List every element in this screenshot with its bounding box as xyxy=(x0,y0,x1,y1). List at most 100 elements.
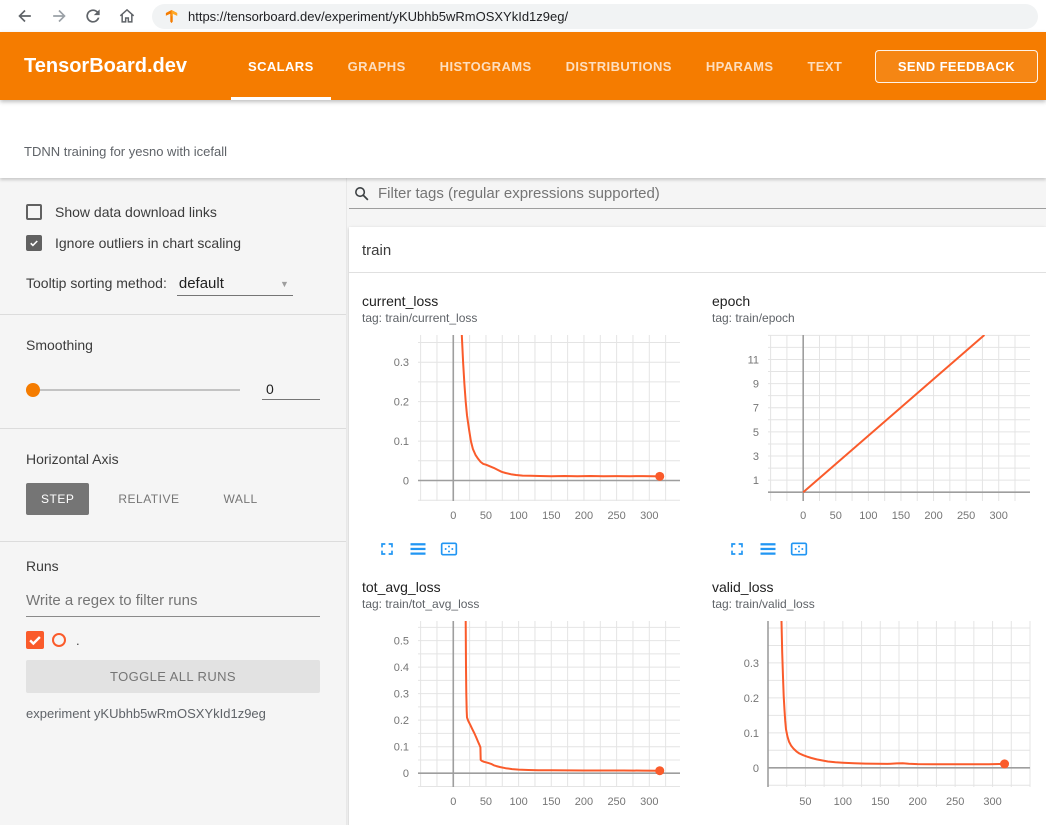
svg-text:50: 50 xyxy=(799,796,811,808)
slider-thumb[interactable] xyxy=(26,383,40,397)
tab-graphs[interactable]: GRAPHS xyxy=(331,32,423,100)
ignore-outliers-checkbox-row[interactable]: Ignore outliers in chart scaling xyxy=(26,235,320,251)
svg-text:0: 0 xyxy=(403,475,409,487)
svg-text:100: 100 xyxy=(509,510,527,522)
tag-filter-input[interactable] xyxy=(378,185,1046,202)
log-scale-icon[interactable] xyxy=(758,539,778,559)
tab-histograms[interactable]: HISTOGRAMS xyxy=(423,32,549,100)
chart-title: epoch xyxy=(712,293,1046,309)
home-button[interactable] xyxy=(117,6,137,26)
chart-card-valid-loss: valid_loss tag: train/valid_loss 5010015… xyxy=(699,579,1046,825)
toggle-all-runs-button[interactable]: TOGGLE ALL RUNS xyxy=(26,660,320,693)
svg-text:9: 9 xyxy=(753,379,759,391)
svg-text:200: 200 xyxy=(909,796,927,808)
svg-text:0: 0 xyxy=(450,510,456,522)
chart-plot[interactable]: 0501001502002503001357911 xyxy=(712,329,1046,529)
tab-hparams[interactable]: HPARAMS xyxy=(689,32,791,100)
chart-actions xyxy=(377,539,699,559)
chart-card-tot-avg-loss: tot_avg_loss tag: train/tot_avg_loss 050… xyxy=(349,579,699,825)
svg-text:0.5: 0.5 xyxy=(394,636,409,648)
experiment-title: TDNN training for yesno with icefall xyxy=(24,144,1046,159)
chart-plot[interactable]: 05010015020025030000.10.20.30.40.5 xyxy=(362,615,699,815)
svg-text:0: 0 xyxy=(800,510,806,522)
run-row[interactable]: . xyxy=(26,631,320,649)
tab-text[interactable]: TEXT xyxy=(790,32,859,100)
svg-text:0.1: 0.1 xyxy=(744,728,759,740)
axis-relative-button[interactable]: RELATIVE xyxy=(103,483,194,515)
fullscreen-icon[interactable] xyxy=(727,539,747,559)
svg-text:250: 250 xyxy=(946,796,964,808)
svg-text:200: 200 xyxy=(924,510,942,522)
axis-step-button[interactable]: STEP xyxy=(26,483,89,515)
svg-text:100: 100 xyxy=(859,510,877,522)
send-feedback-button[interactable]: SEND FEEDBACK xyxy=(875,50,1038,83)
chart-plot[interactable]: 5010015020025030000.10.20.3 xyxy=(712,615,1046,815)
svg-text:300: 300 xyxy=(990,510,1008,522)
tab-distributions[interactable]: DISTRIBUTIONS xyxy=(549,32,689,100)
tab-scalars[interactable]: SCALARS xyxy=(231,32,331,100)
svg-text:0.1: 0.1 xyxy=(394,742,409,754)
fit-domain-icon[interactable] xyxy=(439,539,459,559)
tooltip-sort-select[interactable]: default ▼ xyxy=(177,275,293,296)
svg-text:250: 250 xyxy=(607,796,625,808)
svg-text:3: 3 xyxy=(753,451,759,463)
url-text: https://tensorboard.dev/experiment/yKUbh… xyxy=(188,9,568,24)
chart-plot-svg[interactable]: 0501001502002503001357911 xyxy=(712,329,1034,529)
chart-plot-svg[interactable]: 5010015020025030000.10.20.3 xyxy=(712,615,1034,815)
forward-button[interactable] xyxy=(49,6,69,26)
svg-text:200: 200 xyxy=(575,796,593,808)
url-bar[interactable]: https://tensorboard.dev/experiment/yKUbh… xyxy=(152,4,1038,29)
svg-text:7: 7 xyxy=(753,403,759,415)
svg-text:0.2: 0.2 xyxy=(394,397,409,409)
runs-filter-input[interactable] xyxy=(26,586,320,617)
svg-text:50: 50 xyxy=(480,510,492,522)
svg-text:150: 150 xyxy=(892,510,910,522)
chart-plot-svg[interactable]: 05010015020025030000.10.20.3 xyxy=(362,329,684,529)
checkbox-checked-icon[interactable] xyxy=(26,235,42,251)
run-color-swatch xyxy=(52,633,66,647)
svg-text:0: 0 xyxy=(403,768,409,780)
svg-text:0.2: 0.2 xyxy=(744,693,759,705)
axis-wall-button[interactable]: WALL xyxy=(208,483,272,515)
chart-plot[interactable]: 05010015020025030000.10.20.3 xyxy=(362,329,699,529)
svg-text:11: 11 xyxy=(748,354,759,366)
svg-text:0.3: 0.3 xyxy=(744,658,759,670)
svg-text:150: 150 xyxy=(871,796,889,808)
svg-text:0.4: 0.4 xyxy=(394,662,409,674)
runs-label: Runs xyxy=(26,542,320,574)
svg-text:300: 300 xyxy=(640,796,658,808)
svg-text:1: 1 xyxy=(753,475,759,487)
chart-plot-svg[interactable]: 05010015020025030000.10.20.30.40.5 xyxy=(362,615,684,815)
log-scale-icon[interactable] xyxy=(408,539,428,559)
svg-text:200: 200 xyxy=(575,510,593,522)
search-icon xyxy=(353,185,370,202)
smoothing-value-input[interactable] xyxy=(262,379,320,400)
svg-text:0.3: 0.3 xyxy=(394,357,409,369)
group-title[interactable]: train xyxy=(349,227,1046,273)
fit-domain-icon[interactable] xyxy=(789,539,809,559)
nav-tabs: SCALARS GRAPHS HISTOGRAMS DISTRIBUTIONS … xyxy=(231,32,859,100)
svg-text:50: 50 xyxy=(830,510,842,522)
chart-actions xyxy=(727,539,1046,559)
checkbox-unchecked-icon[interactable] xyxy=(26,204,42,220)
fullscreen-icon[interactable] xyxy=(377,539,397,559)
horizontal-axis-label: Horizontal Axis xyxy=(26,429,320,467)
chart-tag: tag: train/valid_loss xyxy=(712,597,1046,611)
svg-text:0: 0 xyxy=(753,763,759,775)
chevron-down-icon: ▼ xyxy=(280,279,289,289)
back-button[interactable] xyxy=(15,6,35,26)
reload-button[interactable] xyxy=(83,6,103,26)
svg-text:0.2: 0.2 xyxy=(394,715,409,727)
tooltip-sort-value: default xyxy=(179,275,224,292)
chart-tag: tag: train/current_loss xyxy=(362,311,699,325)
smoothing-slider[interactable] xyxy=(26,383,240,397)
experiment-bar: TDNN training for yesno with icefall xyxy=(0,100,1046,178)
chart-card-current-loss: current_loss tag: train/current_loss 050… xyxy=(349,293,699,579)
run-checkbox-checked-icon[interactable] xyxy=(26,631,44,649)
content: Show data download links Ignore outliers… xyxy=(0,178,1046,825)
smoothing-label: Smoothing xyxy=(26,315,320,353)
chart-tag: tag: train/epoch xyxy=(712,311,1046,325)
show-download-links-checkbox-row[interactable]: Show data download links xyxy=(26,204,320,220)
slider-track xyxy=(26,389,240,391)
svg-text:0.1: 0.1 xyxy=(394,436,409,448)
